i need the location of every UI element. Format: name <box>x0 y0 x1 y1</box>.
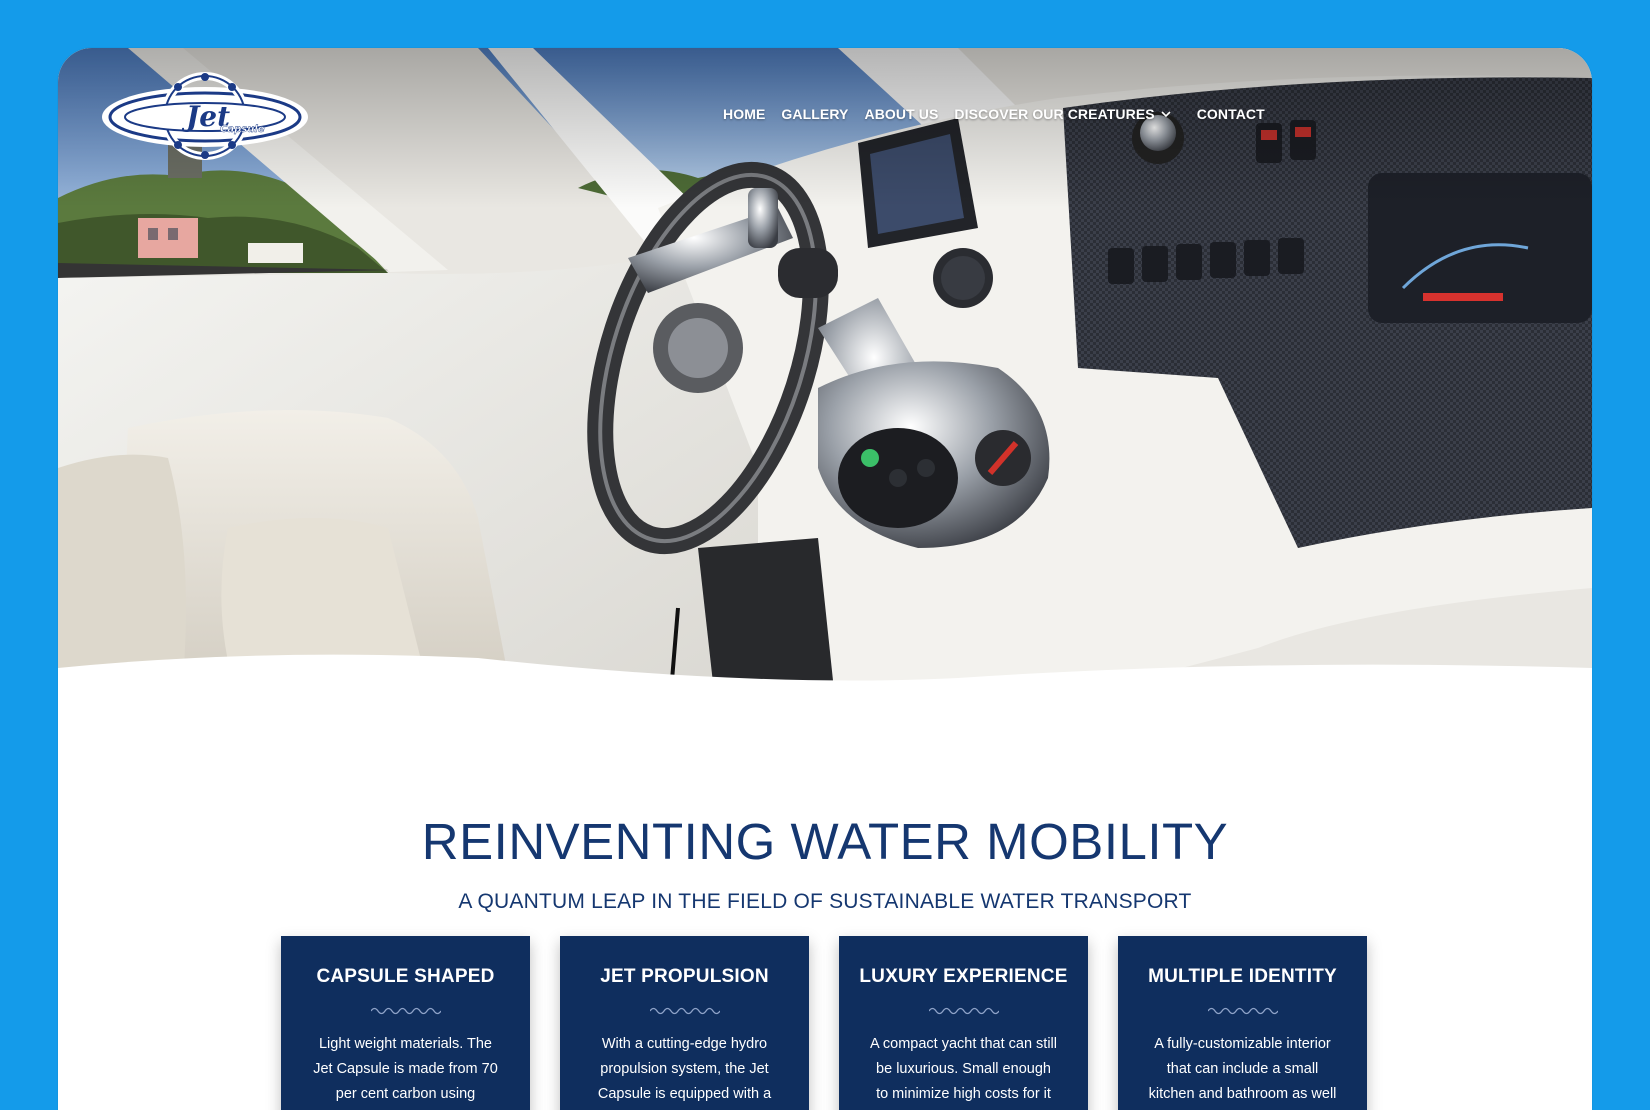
feature-card-jet-propulsion: JET PROPULSION With a cutting-edge hydro… <box>560 936 809 1110</box>
card-text: Light weight materials. The Jet Capsule … <box>313 1036 498 1102</box>
feature-cards: CAPSULE SHAPED Light weight materials. T… <box>281 936 1367 1110</box>
browser-page-frame: Jet Capsule HOME GALLERY ABOUT US DISCOV… <box>58 48 1592 1110</box>
feature-card-luxury-experience: LUXURY EXPERIENCE A compact yacht that c… <box>839 936 1088 1110</box>
squiggle-divider-icon <box>1207 1007 1278 1015</box>
hero-section: Jet Capsule HOME GALLERY ABOUT US DISCOV… <box>58 48 1592 728</box>
nav-discover-our-creatures[interactable]: DISCOVER OUR CREATURES <box>946 104 1178 124</box>
feature-card-multiple-identity: MULTIPLE IDENTITY A fully-customizable i… <box>1118 936 1367 1110</box>
logo-emblem-icon: Jet Capsule <box>102 72 308 160</box>
page-subheadline: A QUANTUM LEAP IN THE FIELD OF SUSTAINAB… <box>458 890 1192 913</box>
nav-about-us[interactable]: ABOUT US <box>856 104 946 124</box>
logo-subword: Capsule <box>220 124 265 135</box>
squiggle-divider-icon <box>649 1007 720 1015</box>
squiggle-divider-icon <box>928 1007 999 1015</box>
card-title: CAPSULE SHAPED <box>316 966 495 987</box>
card-title: JET PROPULSION <box>600 966 769 987</box>
nav-home[interactable]: HOME <box>715 104 773 124</box>
card-text: A compact yacht that can still be luxuri… <box>870 1036 1057 1102</box>
card-text: A fully-customizable interior that can i… <box>1148 1036 1337 1102</box>
feature-card-capsule-shaped: CAPSULE SHAPED Light weight materials. T… <box>281 936 530 1110</box>
nav-discover-label: DISCOVER OUR CREATURES <box>954 106 1155 122</box>
card-text: With a cutting-edge hydro propulsion sys… <box>597 1036 772 1102</box>
card-title: LUXURY EXPERIENCE <box>859 966 1068 987</box>
nav-gallery[interactable]: GALLERY <box>773 104 856 124</box>
main-navigation: HOME GALLERY ABOUT US DISCOVER OUR CREAT… <box>715 104 1273 124</box>
card-title: MULTIPLE IDENTITY <box>1148 966 1337 987</box>
jet-capsule-logo[interactable]: Jet Capsule <box>98 72 312 162</box>
chevron-down-icon <box>1161 111 1171 118</box>
squiggle-divider-icon <box>370 1007 441 1015</box>
nav-contact[interactable]: CONTACT <box>1189 104 1273 124</box>
page-headline: REINVENTING WATER MOBILITY <box>421 813 1229 870</box>
